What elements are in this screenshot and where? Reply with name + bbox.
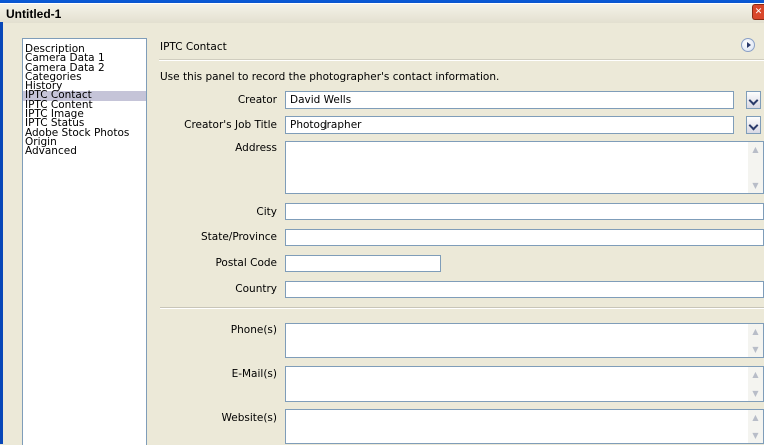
website-scrollbar[interactable]: ▲ ▼ [748, 410, 763, 443]
section-divider [160, 307, 764, 309]
panel-menu-icon[interactable] [741, 38, 755, 52]
window-title: Untitled-1 [6, 7, 62, 21]
scroll-up-icon[interactable]: ▲ [749, 411, 762, 424]
email-label: E-Mail(s) [231, 368, 277, 380]
postal-field[interactable] [285, 255, 441, 272]
email-scrollbar[interactable]: ▲ ▼ [748, 367, 763, 401]
scroll-down-icon[interactable]: ▼ [749, 179, 762, 192]
scroll-down-icon[interactable]: ▼ [749, 343, 762, 356]
country-field[interactable] [285, 281, 764, 298]
address-scrollbar[interactable]: ▲ ▼ [748, 142, 763, 193]
city-label: City [256, 206, 277, 218]
close-icon[interactable]: ✕ [752, 4, 764, 20]
title-bar: Untitled-1 ✕ [0, 0, 764, 23]
state-field[interactable] [285, 229, 764, 246]
job-title-label: Creator's Job Title [184, 119, 277, 131]
creator-dropdown-icon[interactable] [746, 91, 761, 109]
country-label: Country [235, 283, 277, 295]
title-bar-inner: Untitled-1 [0, 3, 764, 23]
scroll-down-icon[interactable]: ▼ [749, 429, 762, 442]
phone-field[interactable]: ▲ ▼ [285, 323, 764, 358]
email-field[interactable]: ▲ ▼ [285, 366, 764, 402]
state-label: State/Province [200, 231, 277, 243]
header-divider [159, 59, 764, 61]
city-field[interactable] [285, 203, 764, 220]
panel-title: IPTC Contact [160, 41, 227, 53]
website-field[interactable]: ▲ ▼ [285, 409, 764, 444]
postal-label: Postal Code [215, 257, 277, 269]
job-title-field[interactable]: Photographer [285, 116, 734, 134]
phone-scrollbar[interactable]: ▲ ▼ [748, 324, 763, 357]
phone-label: Phone(s) [230, 324, 277, 336]
job-title-dropdown-icon[interactable] [746, 116, 761, 134]
text-cursor-icon: I [324, 118, 328, 132]
panel-description: Use this panel to record the photographe… [160, 71, 500, 83]
window-border [0, 22, 3, 444]
creator-field[interactable]: David Wells [285, 91, 734, 109]
scroll-up-icon[interactable]: ▲ [749, 143, 762, 156]
address-label: Address [235, 142, 277, 154]
scroll-up-icon[interactable]: ▲ [749, 325, 762, 338]
address-field[interactable]: ▲ ▼ [285, 141, 764, 194]
scroll-up-icon[interactable]: ▲ [749, 368, 762, 381]
scroll-down-icon[interactable]: ▼ [749, 387, 762, 400]
website-label: Website(s) [221, 412, 277, 424]
creator-label: Creator [237, 94, 277, 106]
